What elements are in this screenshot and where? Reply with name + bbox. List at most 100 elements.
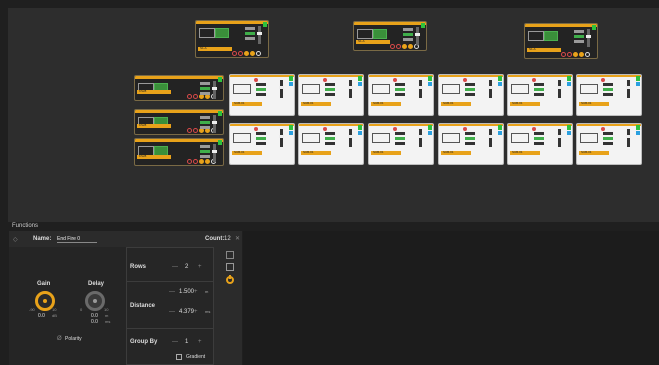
name-input[interactable]: End Fire 0 (57, 234, 97, 243)
delay-knob[interactable] (85, 291, 105, 311)
speaker-device[interactable]: SUB-01 (438, 123, 504, 165)
empty-workspace (243, 231, 659, 365)
speaker-device[interactable]: SUB-01 (229, 74, 295, 116)
status-led-icon (358, 76, 362, 81)
fader-icon (212, 81, 217, 99)
device-buttons (395, 132, 405, 145)
close-icon[interactable]: ✕ (235, 235, 240, 242)
button-icon (465, 142, 475, 145)
device-label: S1-A (356, 39, 390, 44)
device-screen (372, 133, 390, 143)
amplifier-device[interactable]: S1-A (524, 23, 598, 59)
functions-panel: ◇ Name: End Fire 0 Count: 12 ✕ Gain -90 … (9, 231, 242, 365)
power-icon[interactable] (226, 275, 234, 284)
distance-m-plus-button[interactable]: + (194, 289, 198, 295)
status-dot-icon (254, 78, 258, 82)
device-buttons (200, 82, 210, 95)
save-icon[interactable] (226, 263, 234, 271)
speaker-device[interactable]: SUB-01 (229, 123, 295, 165)
device-screen (302, 84, 320, 94)
device-topbar (354, 22, 426, 25)
speaker-device[interactable]: SUB-01 (576, 74, 642, 116)
button-icon (395, 137, 405, 140)
button-icon (465, 83, 475, 86)
device-name: SUB-01 (512, 101, 523, 105)
device-topbar (439, 124, 503, 126)
knob-icon (193, 159, 198, 164)
fader-icon (279, 80, 284, 98)
device-buttons (603, 83, 613, 96)
device-topbar (369, 75, 433, 77)
fader-icon (415, 27, 420, 45)
group-by-minus-button[interactable]: — (172, 339, 178, 345)
knob-icon (187, 94, 192, 99)
knob-icon (408, 44, 413, 49)
device-topbar (577, 124, 641, 126)
device-display (544, 31, 558, 41)
distance-m-minus-button[interactable]: — (169, 289, 175, 295)
button-icon (534, 83, 544, 86)
gradient-checkbox[interactable] (176, 354, 182, 360)
device-label: S1-A (527, 47, 561, 52)
distance-ms-minus-button[interactable]: — (169, 309, 175, 315)
device-buttons (256, 83, 266, 96)
speaker-device[interactable]: SUB-01 (507, 123, 573, 165)
list-icon[interactable] (226, 251, 234, 259)
knob-icon (573, 52, 578, 57)
device-label: KS28 (137, 89, 171, 94)
fader-icon (557, 80, 562, 98)
device-name: SUB-01 (373, 150, 384, 154)
canvas-area[interactable]: S1-A S1-A S1-A KS28 KS28 KS28 SUB-01 SUB-01 SUB-… (8, 8, 659, 222)
speaker-device[interactable]: SUB-01 (368, 74, 434, 116)
button-icon (574, 35, 584, 38)
button-icon (200, 155, 210, 158)
speaker-device[interactable]: SUB-01 (368, 123, 434, 165)
button-icon (395, 142, 405, 145)
speaker-device[interactable]: SUB-01 (438, 74, 504, 116)
speaker-device[interactable]: SUB-01 (298, 74, 364, 116)
device-buttons (465, 132, 475, 145)
device-screen (580, 133, 598, 143)
polarity-icon[interactable]: Ø (57, 336, 62, 342)
distance-ms-plus-button[interactable]: + (194, 309, 198, 315)
amplifier-device[interactable]: KS28 (134, 109, 224, 135)
rows-minus-button[interactable]: — (172, 264, 178, 270)
group-by-value[interactable]: 1 (185, 339, 188, 345)
status-led-icon (428, 125, 432, 130)
status-led-icon (218, 77, 222, 82)
device-buttons (395, 83, 405, 96)
chevron-left-icon[interactable]: ◇ (13, 236, 18, 243)
rows-value[interactable]: 2 (185, 264, 188, 270)
distance-m-value[interactable]: 1.500 (179, 289, 194, 295)
button-icon (325, 93, 335, 96)
amplifier-device[interactable]: KS28 (134, 138, 224, 166)
status-led-icon (428, 82, 432, 86)
status-led-icon (567, 76, 571, 81)
knob-icon (585, 52, 590, 57)
speaker-device[interactable]: SUB-01 (576, 123, 642, 165)
status-led-icon (636, 131, 640, 135)
delay-value-m[interactable]: 0.0 (91, 319, 98, 325)
status-led-icon (428, 131, 432, 135)
amplifier-device[interactable]: S1-A (195, 20, 269, 58)
knob-icon (205, 159, 210, 164)
distance-ms-value[interactable]: 4.379 (179, 309, 194, 315)
amplifier-device[interactable]: KS28 (134, 75, 224, 101)
device-name: KS28 (139, 89, 147, 93)
button-icon (325, 137, 335, 140)
status-led-icon (358, 131, 362, 135)
device-screen (302, 133, 320, 143)
fader-icon (212, 115, 217, 133)
gain-unit: dB (52, 313, 57, 318)
status-dot-icon (254, 127, 258, 131)
group-by-plus-button[interactable]: + (198, 339, 202, 345)
button-icon (200, 116, 210, 119)
knob-icon (579, 52, 584, 57)
amplifier-device[interactable]: S1-A (353, 21, 427, 51)
gain-value[interactable]: 0.0 (38, 313, 45, 319)
status-led-icon (498, 125, 502, 130)
speaker-device[interactable]: SUB-01 (298, 123, 364, 165)
button-icon (245, 27, 255, 30)
rows-plus-button[interactable]: + (198, 264, 202, 270)
speaker-device[interactable]: SUB-01 (507, 74, 573, 116)
